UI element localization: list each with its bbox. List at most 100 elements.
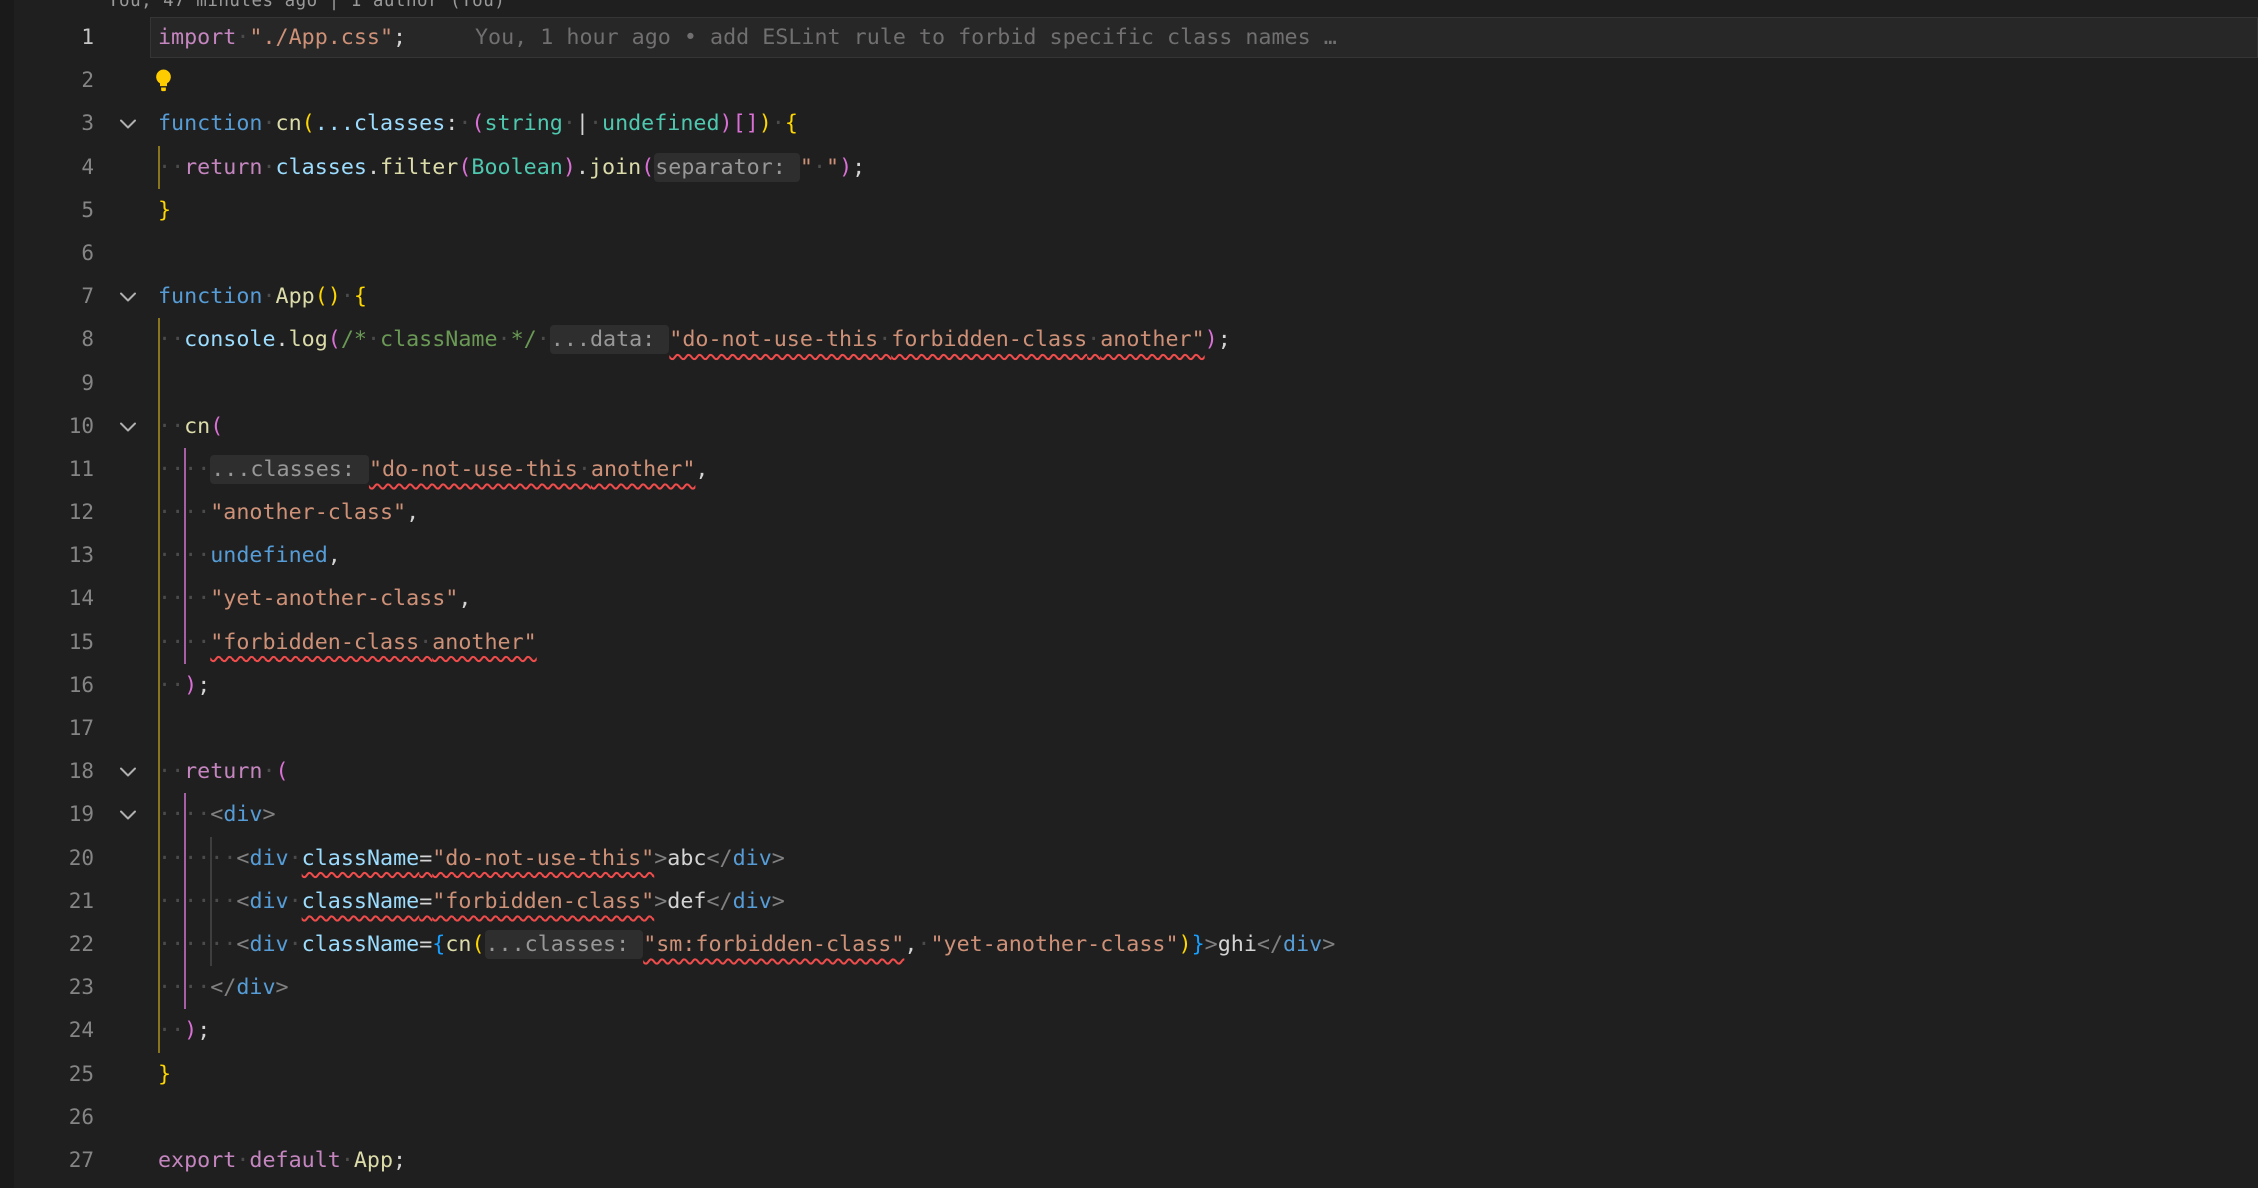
fold-chevron-icon[interactable]: [116, 112, 140, 136]
fold-chevron-icon[interactable]: [116, 803, 140, 827]
line-number[interactable]: 23: [0, 966, 94, 1009]
code-token: ,: [695, 457, 708, 482]
whitespace-dot: ·: [236, 25, 249, 50]
code-line[interactable]: 18··return·(: [0, 750, 2258, 793]
line-number[interactable]: 15: [0, 621, 94, 664]
code-line[interactable]: 8··console.log(/*·className·*/·...data: …: [0, 318, 2258, 361]
whitespace-dot: ·: [171, 543, 184, 568]
fold-chevron-icon[interactable]: [116, 415, 140, 439]
line-number[interactable]: 9: [0, 362, 94, 405]
code-token: <: [236, 846, 249, 871]
code-token: className: [302, 889, 420, 914]
code-line[interactable]: 3 function·cn(...classes:·(string·|·undef…: [0, 102, 2258, 145]
code-line[interactable]: 11····...classes: "do-not-use-this·anoth…: [0, 448, 2258, 491]
whitespace-dot: ·: [563, 111, 576, 136]
code-token: div: [223, 802, 262, 827]
code-line[interactable]: 2: [0, 59, 2258, 102]
line-number[interactable]: 26: [0, 1096, 94, 1139]
code-token: ·: [537, 327, 550, 352]
code-token: :·: [445, 111, 471, 136]
code-line[interactable]: 6: [0, 232, 2258, 275]
line-number[interactable]: 2: [0, 59, 94, 102]
code-line[interactable]: 5}: [0, 189, 2258, 232]
code-token: function·: [158, 284, 276, 309]
line-number[interactable]: 12: [0, 491, 94, 534]
line-number[interactable]: 7: [0, 275, 94, 318]
whitespace-dot: ·: [236, 1148, 249, 1173]
line-number[interactable]: 17: [0, 707, 94, 750]
code-token: div·: [249, 889, 301, 914]
code-line-content: ····"yet-another-class",: [158, 577, 471, 620]
whitespace-dot: ·: [537, 327, 550, 352]
code-line[interactable]: 12····"another-class",: [0, 491, 2258, 534]
line-number[interactable]: 25: [0, 1053, 94, 1096]
line-number[interactable]: 8: [0, 318, 94, 361]
fold-chevron-icon[interactable]: [116, 760, 140, 784]
line-number[interactable]: 13: [0, 534, 94, 577]
code-line-content: ······<div·className="do-not-use-this">a…: [158, 837, 785, 880]
code-line[interactable]: 4··return·classes.filter(Boolean).join(s…: [0, 146, 2258, 189]
line-number[interactable]: 10: [0, 405, 94, 448]
line-number[interactable]: 5: [0, 189, 94, 232]
code-line[interactable]: 22 ······<div·className={cn(...classes: "…: [0, 923, 2258, 966]
codelens-text[interactable]: You, 47 minutes ago | 1 author (You): [108, 0, 505, 11]
code-token: "forbidden-class": [432, 889, 654, 914]
code-line[interactable]: 15····"forbidden-class·another": [0, 621, 2258, 664]
code-line[interactable]: 14 ····"yet-another-class",: [0, 577, 2258, 620]
code-token: "yet-another-class": [930, 932, 1178, 957]
code-line-content: function·cn(...classes:·(string·|·undefi…: [158, 102, 798, 145]
code-line[interactable]: 19····<div>: [0, 793, 2258, 836]
code-line[interactable]: 16··);: [0, 664, 2258, 707]
code-token: <: [236, 889, 249, 914]
line-number[interactable]: 21: [0, 880, 94, 923]
code-line[interactable]: 20······<div·className="do-not-use-this"…: [0, 837, 2258, 880]
code-line[interactable]: 17: [0, 707, 2258, 750]
code-line[interactable]: 27export·default·App;: [0, 1139, 2258, 1182]
code-editor[interactable]: You, 47 minutes ago | 1 author (You) 1 im…: [0, 0, 2258, 1188]
line-number[interactable]: 27: [0, 1139, 94, 1182]
code-token: string·: [484, 111, 575, 136]
code-token: ··: [158, 759, 184, 784]
whitespace-dot: ·: [184, 846, 197, 871]
whitespace-dot: ·: [171, 630, 184, 655]
code-token: undefined: [602, 111, 720, 136]
code-line[interactable]: 21······<div·className="forbidden-class"…: [0, 880, 2258, 923]
code-token: }: [158, 1062, 171, 1087]
whitespace-dot: ·: [184, 975, 197, 1000]
fold-chevron-icon[interactable]: [116, 285, 140, 309]
code-line[interactable]: 10··cn(: [0, 405, 2258, 448]
code-line[interactable]: 26: [0, 1096, 2258, 1139]
line-number[interactable]: 20: [0, 837, 94, 880]
code-token: ;: [393, 1148, 406, 1173]
code-line[interactable]: 24··);: [0, 1009, 2258, 1052]
whitespace-dot: ·: [197, 975, 210, 1000]
code-token: =: [419, 932, 432, 957]
line-number[interactable]: 24: [0, 1009, 94, 1052]
line-number[interactable]: 14: [0, 577, 94, 620]
code-token: </: [706, 889, 732, 914]
code-token: return·: [184, 759, 275, 784]
code-line[interactable]: 7function·App()·{: [0, 275, 2258, 318]
line-number[interactable]: 3: [0, 102, 94, 145]
indent-guide: [158, 362, 160, 405]
line-number[interactable]: 4: [0, 146, 94, 189]
code-line[interactable]: 25}: [0, 1053, 2258, 1096]
lightbulb-icon[interactable]: [150, 67, 177, 94]
line-number[interactable]: 6: [0, 232, 94, 275]
line-number[interactable]: 16: [0, 664, 94, 707]
code-line[interactable]: 23····</div>: [0, 966, 2258, 1009]
line-number[interactable]: 18: [0, 750, 94, 793]
line-number[interactable]: 11: [0, 448, 94, 491]
code-token: import·: [158, 25, 249, 50]
code-line[interactable]: 13····undefined,: [0, 534, 2258, 577]
code-token: return·: [184, 155, 275, 180]
code-token: >: [654, 846, 667, 871]
code-line-content: ······<div·className={cn(...classes: "sm…: [158, 923, 1335, 966]
line-number[interactable]: 19: [0, 793, 94, 836]
code-token: {: [432, 932, 445, 957]
line-number[interactable]: 1: [0, 16, 94, 59]
code-line[interactable]: 1import·"./App.css";You, 1 hour ago • ad…: [0, 16, 2258, 59]
code-line[interactable]: 9: [0, 362, 2258, 405]
code-token: ······: [158, 846, 236, 871]
line-number[interactable]: 22: [0, 923, 94, 966]
